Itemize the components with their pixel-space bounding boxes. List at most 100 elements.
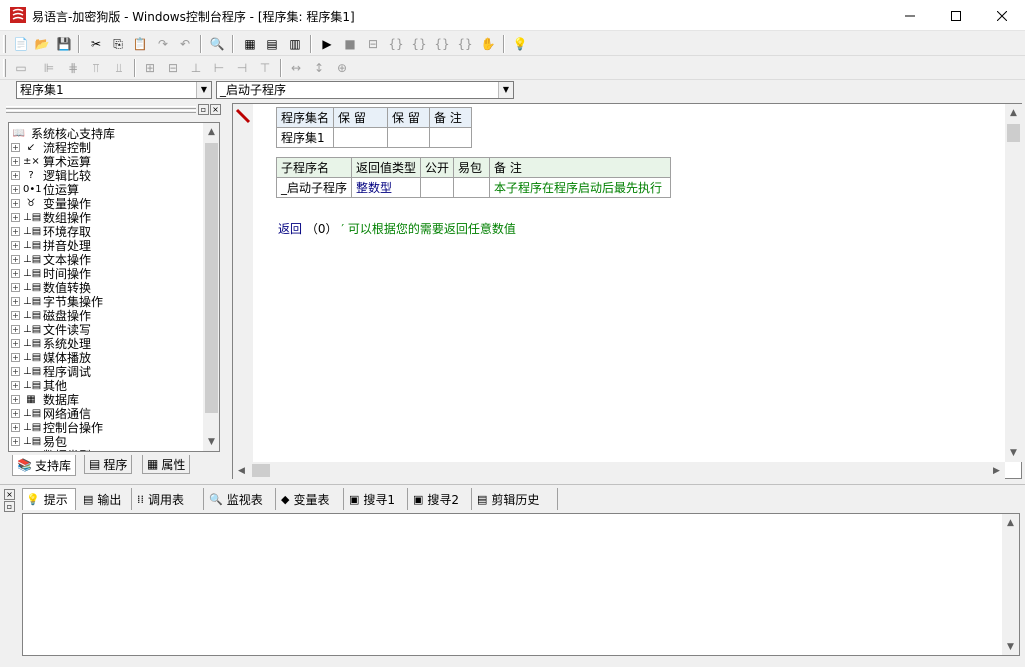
- expand-icon[interactable]: +: [11, 436, 20, 446]
- expand-icon[interactable]: +: [11, 268, 20, 278]
- scroll-down-icon[interactable]: ▼: [203, 433, 219, 450]
- expand-icon[interactable]: +: [11, 422, 20, 432]
- toolbar-grip[interactable]: [3, 35, 6, 53]
- code-editor[interactable]: 程序集名 保 留 保 留 备 注 程序集1 子程序名 返回值类型 公开 易包 备…: [232, 103, 1022, 479]
- new-file-icon[interactable]: 📄: [12, 35, 30, 53]
- expand-icon[interactable]: +: [11, 170, 20, 180]
- tree-scrollbar[interactable]: ▲ ▼: [203, 123, 219, 451]
- expand-icon[interactable]: +: [11, 198, 20, 208]
- expand-icon[interactable]: +: [11, 366, 20, 376]
- find-icon[interactable]: 🔍: [208, 35, 226, 53]
- center-v-icon[interactable]: ⊟: [164, 59, 182, 77]
- run-icon[interactable]: ▶: [318, 35, 336, 53]
- remark-cell[interactable]: 本子程序在程序启动后最先执行: [489, 177, 672, 198]
- subprogram-select[interactable]: _启动子程序 ▼: [216, 81, 514, 99]
- align-bottom-icon[interactable]: ⫫: [110, 59, 128, 77]
- redo-icon[interactable]: ↷: [154, 35, 172, 53]
- run-to-cursor-icon[interactable]: {}: [456, 35, 474, 53]
- open-folder-icon[interactable]: 📂: [33, 35, 51, 53]
- expand-icon[interactable]: +: [11, 324, 20, 334]
- save-icon[interactable]: 💾: [55, 35, 73, 53]
- editor-hscrollbar[interactable]: ◀ ▶: [233, 462, 1005, 479]
- scroll-thumb[interactable]: [1007, 124, 1020, 142]
- maximize-button[interactable]: [933, 0, 979, 31]
- scroll-up-icon[interactable]: ▲: [1005, 104, 1022, 121]
- copy-icon[interactable]: ⎘: [109, 35, 127, 53]
- expand-icon[interactable]: +: [11, 226, 20, 236]
- table-cell[interactable]: [429, 127, 473, 148]
- tab-properties[interactable]: ▦ 属性: [142, 455, 191, 474]
- output-tab[interactable]: ▤ 剪辑历史: [474, 488, 558, 510]
- help-icon[interactable]: 💡: [511, 35, 529, 53]
- select-icon[interactable]: ▭: [12, 59, 30, 77]
- stop-icon[interactable]: ■: [341, 35, 359, 53]
- minimize-button[interactable]: [887, 0, 933, 31]
- editor-vscrollbar[interactable]: ▲ ▼: [1005, 104, 1022, 462]
- distribute-v-icon[interactable]: ⊤: [256, 59, 274, 77]
- output-tab[interactable]: ▣ 搜寻1: [346, 488, 408, 510]
- output-tab[interactable]: ◆ 变量表: [278, 488, 344, 510]
- panel-close-button[interactable]: ×: [4, 489, 15, 500]
- hand-icon[interactable]: ✋: [479, 35, 497, 53]
- output-tab[interactable]: 🔍 监视表: [206, 488, 276, 510]
- paste-icon[interactable]: 📋: [131, 35, 149, 53]
- scroll-right-icon[interactable]: ▶: [988, 462, 1005, 479]
- space-v-icon[interactable]: ⊢: [210, 59, 228, 77]
- subprogram-name-cell[interactable]: _启动子程序: [275, 177, 353, 198]
- expand-icon[interactable]: +: [11, 282, 20, 292]
- layout1-icon[interactable]: ▦: [241, 35, 259, 53]
- table-cell[interactable]: [387, 127, 431, 148]
- layout3-icon[interactable]: ▥: [286, 35, 304, 53]
- distribute-h-icon[interactable]: ⊣: [233, 59, 251, 77]
- tab-library[interactable]: 📚 支持库: [12, 455, 76, 476]
- output-tab[interactable]: ⁞⁞ 调用表: [134, 488, 204, 510]
- same-size-icon[interactable]: ⊕: [333, 59, 351, 77]
- cut-icon[interactable]: ✂: [87, 35, 105, 53]
- scroll-up-icon[interactable]: ▲: [1002, 514, 1019, 531]
- align-top-icon[interactable]: ⫪: [87, 59, 105, 77]
- scroll-thumb[interactable]: [205, 143, 218, 413]
- package-cell[interactable]: [453, 177, 491, 198]
- toolbar-grip[interactable]: [3, 59, 6, 77]
- expand-icon[interactable]: +: [11, 184, 20, 194]
- output-tab[interactable]: ▤ 输出: [80, 488, 132, 510]
- align-center-icon[interactable]: ⋕: [64, 59, 82, 77]
- output-tab[interactable]: 💡 提示: [22, 488, 76, 510]
- scroll-thumb[interactable]: [252, 464, 270, 477]
- expand-icon[interactable]: +: [11, 296, 20, 306]
- scroll-up-icon[interactable]: ▲: [203, 123, 219, 140]
- layout2-icon[interactable]: ▤: [263, 35, 281, 53]
- expand-icon[interactable]: +: [11, 212, 20, 222]
- expand-icon[interactable]: +: [11, 352, 20, 362]
- tree-item[interactable]: +◇◇ 数据类型: [11, 448, 91, 451]
- step-out-icon[interactable]: {}: [433, 35, 451, 53]
- space-h-icon[interactable]: ⊥: [187, 59, 205, 77]
- assembly-select[interactable]: 程序集1 ▼: [16, 81, 212, 99]
- table-cell[interactable]: [333, 127, 389, 148]
- same-width-icon[interactable]: ↔: [287, 59, 305, 77]
- expand-icon[interactable]: +: [11, 254, 20, 264]
- same-height-icon[interactable]: ↕: [310, 59, 328, 77]
- expand-icon[interactable]: +: [11, 408, 20, 418]
- code-area[interactable]: 程序集名 保 留 保 留 备 注 程序集1 子程序名 返回值类型 公开 易包 备…: [253, 104, 1005, 462]
- center-h-icon[interactable]: ⊞: [141, 59, 159, 77]
- scroll-down-icon[interactable]: ▼: [1005, 444, 1022, 461]
- close-button[interactable]: [979, 0, 1025, 31]
- step-into-icon[interactable]: {}: [387, 35, 405, 53]
- chevron-down-icon[interactable]: ▼: [498, 82, 513, 98]
- panel-restore-button[interactable]: ▫: [4, 501, 15, 512]
- expand-icon[interactable]: +: [11, 380, 20, 390]
- expand-icon[interactable]: +: [11, 142, 20, 152]
- code-line[interactable]: 返回 （0） ′ 可以根据您的需要返回任意数值: [278, 220, 516, 237]
- align-left-icon[interactable]: ⊫: [40, 59, 58, 77]
- step-over-icon[interactable]: {}: [410, 35, 428, 53]
- step-icon[interactable]: ⊟: [364, 35, 382, 53]
- return-type-cell[interactable]: 整数型: [351, 177, 422, 198]
- public-cell[interactable]: [420, 177, 455, 198]
- panel-restore-button[interactable]: ▫: [198, 104, 209, 115]
- assembly-name-cell[interactable]: 程序集1: [275, 127, 335, 148]
- output-area[interactable]: ▲ ▼: [22, 513, 1020, 656]
- scroll-left-icon[interactable]: ◀: [233, 462, 250, 479]
- scroll-down-icon[interactable]: ▼: [1002, 638, 1019, 655]
- library-tree[interactable]: 📖 系统核心支持库 ▲ ▼ + ↙ 流程控制 + ±× 算术运算 +? 逻辑比较 +0•1 位运算…: [8, 122, 220, 452]
